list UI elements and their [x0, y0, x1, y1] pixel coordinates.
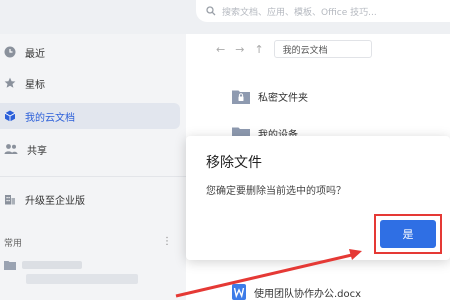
frequent-item-redacted[interactable]: [4, 260, 82, 270]
star-icon: [4, 77, 16, 88]
sidebar-item-label: 最近: [25, 48, 45, 60]
sidebar-item-label: 升级至企业版: [25, 195, 85, 207]
file-name: 使用团队协作办公.docx: [254, 288, 362, 300]
sidebar-item-recent[interactable]: 最近: [0, 39, 180, 65]
cube-icon: [4, 110, 16, 122]
sidebar-item-starred[interactable]: 星标: [0, 70, 180, 96]
highlight-box: 是: [374, 214, 442, 254]
file-row[interactable]: 使用团队协作办公.docx: [232, 284, 361, 300]
folder-icon: [4, 261, 16, 270]
sidebar-item-label: 共享: [27, 145, 47, 157]
remove-file-dialog: 移除文件 您确定要删除当前选中的项吗？ 是: [186, 136, 450, 260]
redacted-text: [22, 261, 82, 269]
sidebar-item-shared[interactable]: 共享: [0, 136, 180, 162]
building-icon: [5, 195, 15, 205]
sidebar-item-my-cloud-docs[interactable]: 我的云文档: [0, 103, 180, 129]
forward-arrow-icon[interactable]: →: [235, 43, 244, 56]
search-placeholder: 搜索文档、应用、模板、Office 技巧...: [222, 7, 377, 18]
breadcrumb-label: 我的云文档: [282, 45, 328, 56]
clock-icon: [4, 46, 16, 58]
back-arrow-icon[interactable]: ←: [216, 43, 225, 56]
file-row[interactable]: 私密文件夹: [232, 89, 308, 104]
breadcrumb-path[interactable]: 我的云文档: [273, 40, 372, 58]
people-icon: [4, 144, 18, 154]
redacted-text: [26, 274, 138, 284]
sidebar: 最近 星标 我的云文档 共享 升级至企业版 常用 ⋮: [0, 34, 186, 300]
word-doc-icon: [232, 284, 246, 300]
more-options-icon[interactable]: ⋮: [162, 236, 172, 247]
sidebar-divider: [0, 176, 186, 177]
up-arrow-icon[interactable]: ↑: [254, 43, 263, 56]
dialog-message: 您确定要删除当前选中的项吗？: [206, 186, 346, 197]
confirm-yes-button[interactable]: 是: [380, 220, 436, 248]
sidebar-item-label: 我的云文档: [25, 112, 75, 124]
dialog-title: 移除文件: [206, 155, 262, 171]
lock-folder-icon: [232, 90, 250, 104]
file-name: 私密文件夹: [258, 93, 308, 104]
top-bar: 搜索文档、应用、模板、Office 技巧...: [0, 0, 450, 34]
breadcrumb: ← → ↑ 我的云文档: [216, 40, 372, 58]
section-label-frequent: 常用: [4, 239, 23, 249]
search-box[interactable]: 搜索文档、应用、模板、Office 技巧...: [196, 0, 450, 22]
sidebar-item-label: 星标: [25, 79, 45, 91]
sidebar-item-upgrade[interactable]: 升级至企业版: [0, 186, 180, 212]
search-icon: [206, 6, 216, 16]
